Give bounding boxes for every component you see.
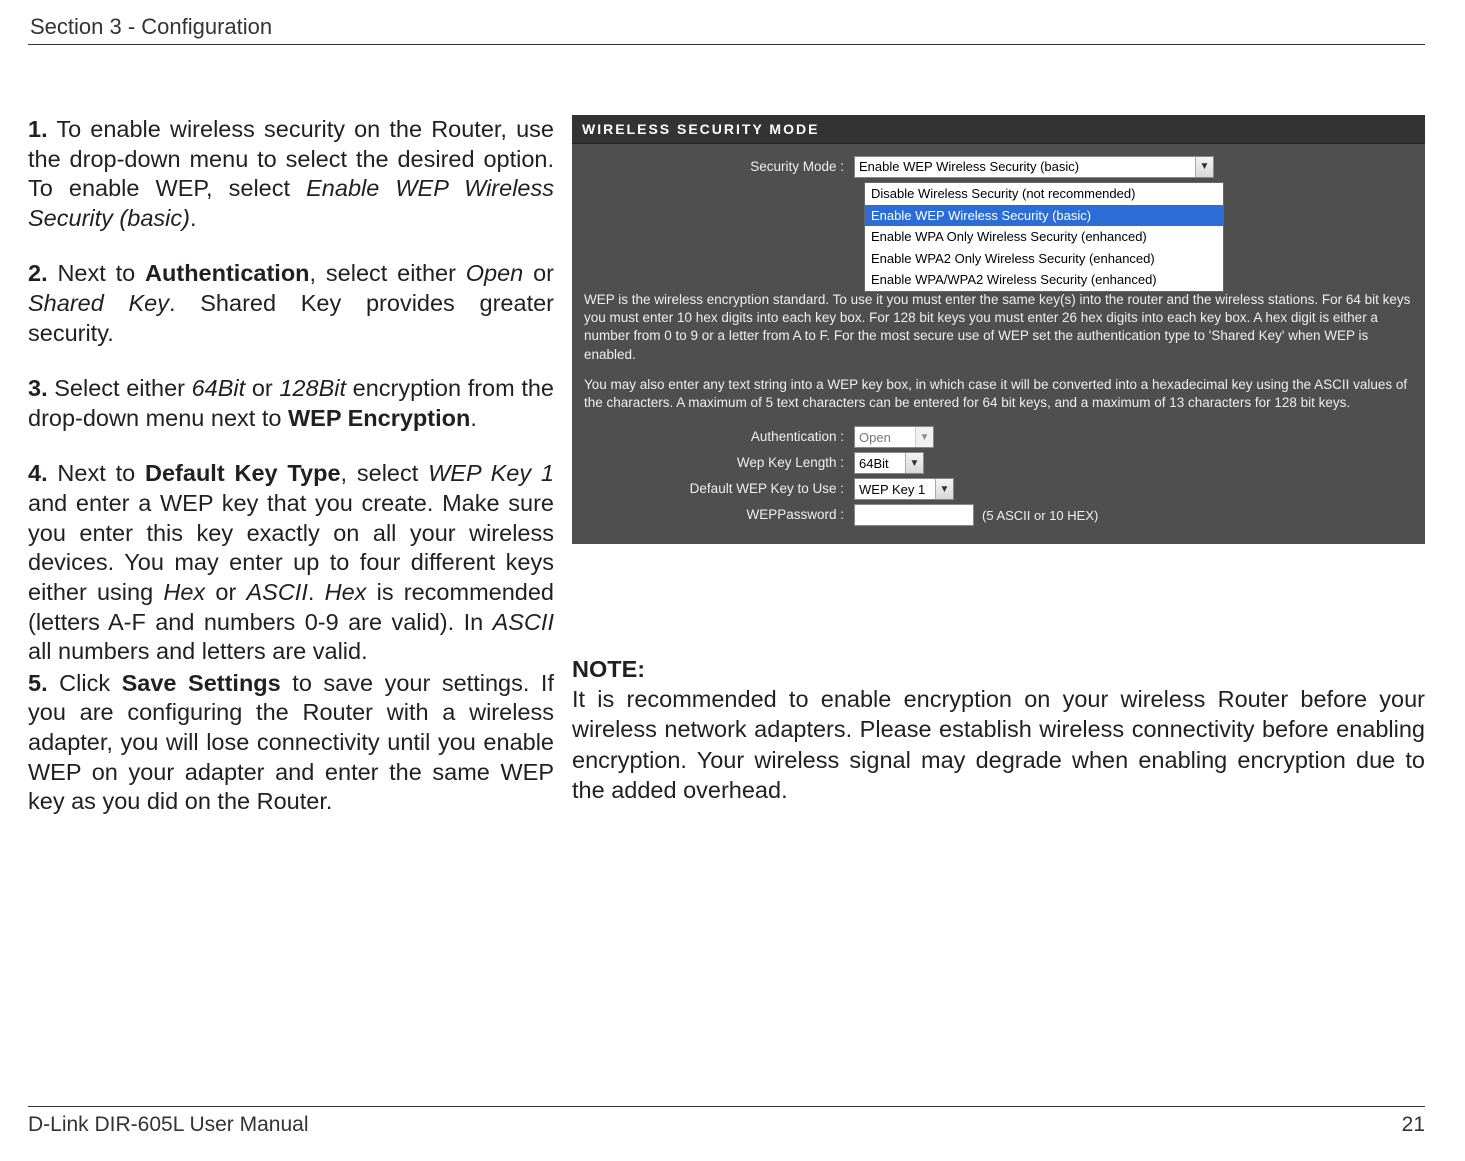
t: , select [341, 460, 429, 486]
chevron-down-icon: ▼ [935, 479, 953, 499]
t: 128Bit [279, 375, 346, 401]
step-num: 5. [28, 670, 48, 696]
security-mode-value: Enable WEP Wireless Security (basic) [859, 158, 1079, 176]
step-2: 2. Next to Authentication, select either… [28, 259, 554, 348]
dropdown-option[interactable]: Enable WPA Only Wireless Security (enhan… [865, 226, 1223, 248]
authentication-label: Authentication : [584, 428, 854, 446]
dropdown-option[interactable]: Enable WPA/WPA2 Wireless Security (enhan… [865, 269, 1223, 291]
wep-key-length-label: Wep Key Length : [584, 454, 854, 472]
section-header: Section 3 - Configuration [30, 14, 1425, 40]
wep-key-length-select[interactable]: 64Bit ▼ [854, 452, 924, 474]
t: ASCII [246, 579, 307, 605]
router-screenshot: WIRELESS SECURITY MODE Security Mode : E… [572, 115, 1425, 544]
t: WEP Key 1 [428, 460, 554, 486]
top-rule [28, 44, 1425, 45]
note-block: NOTE: It is recommended to enable encryp… [572, 654, 1425, 804]
t: Next to [48, 260, 145, 286]
step-5: 5. Click Save Settings to save your sett… [28, 669, 554, 817]
wep-password-input[interactable] [854, 504, 974, 526]
wep-key-length-value: 64Bit [859, 455, 889, 473]
t: Save Settings [122, 670, 281, 696]
chevron-down-icon: ▼ [1195, 157, 1213, 177]
instructions-column: 1. To enable wireless security on the Ro… [28, 115, 554, 817]
t: or [523, 260, 554, 286]
step-4: 4. Next to Default Key Type, select WEP … [28, 459, 554, 666]
step-num: 4. [28, 460, 48, 486]
t: WEP Encryption [288, 405, 470, 431]
authentication-select[interactable]: Open ▼ [854, 426, 934, 448]
wep-help-text-1: WEP is the wireless encryption standard.… [584, 291, 1413, 364]
t: . [470, 405, 477, 431]
step-3: 3. Select either 64Bit or 128Bit encrypt… [28, 374, 554, 433]
footer-left: D-Link DIR-605L User Manual [28, 1113, 309, 1137]
t: Hex [325, 579, 367, 605]
panel-wireless-security-header: WIRELESS SECURITY MODE [572, 115, 1425, 144]
t: Click [48, 670, 122, 696]
t: Shared Key [28, 290, 169, 316]
wep-password-label: WEPPassword : [584, 506, 854, 524]
step-num: 1. [28, 116, 48, 142]
t: or [245, 375, 279, 401]
t: all numbers and letters are valid. [28, 638, 368, 664]
chevron-down-icon: ▼ [915, 427, 933, 447]
note-label: NOTE: [572, 654, 1425, 684]
t: , select either [310, 260, 466, 286]
t: 64Bit [192, 375, 246, 401]
t: Default Key Type [145, 460, 341, 486]
t: . [308, 579, 325, 605]
t: Authentication [145, 260, 310, 286]
t: . [190, 205, 197, 231]
t: Open [466, 260, 524, 286]
t: Hex [163, 579, 205, 605]
default-wep-key-select[interactable]: WEP Key 1 ▼ [854, 478, 954, 500]
security-mode-dropdown[interactable]: Disable Wireless Security (not recommend… [864, 182, 1224, 292]
t: ASCII [493, 609, 554, 635]
step-num: 3. [28, 375, 48, 401]
dropdown-option[interactable]: Enable WPA2 Only Wireless Security (enha… [865, 248, 1223, 270]
footer-page-number: 21 [1402, 1113, 1425, 1137]
t: Select either [48, 375, 192, 401]
bottom-rule [28, 1106, 1425, 1107]
security-mode-label: Security Mode : [584, 158, 854, 176]
note-text: It is recommended to enable encryption o… [572, 686, 1425, 802]
page-footer: D-Link DIR-605L User Manual 21 [28, 1106, 1425, 1137]
default-wep-key-value: WEP Key 1 [859, 481, 925, 499]
default-wep-key-label: Default WEP Key to Use : [584, 480, 854, 498]
step-1: 1. To enable wireless security on the Ro… [28, 115, 554, 233]
dropdown-option[interactable]: Disable Wireless Security (not recommend… [865, 183, 1223, 205]
wep-help-text-2: You may also enter any text string into … [584, 376, 1413, 412]
t: or [205, 579, 246, 605]
t: Next to [48, 460, 145, 486]
step-num: 2. [28, 260, 48, 286]
wep-password-hint: (5 ASCII or 10 HEX) [982, 507, 1098, 525]
dropdown-option[interactable]: Enable WEP Wireless Security (basic) [865, 205, 1223, 227]
authentication-value: Open [859, 429, 891, 447]
security-mode-select[interactable]: Enable WEP Wireless Security (basic) ▼ [854, 156, 1214, 178]
chevron-down-icon: ▼ [905, 453, 923, 473]
